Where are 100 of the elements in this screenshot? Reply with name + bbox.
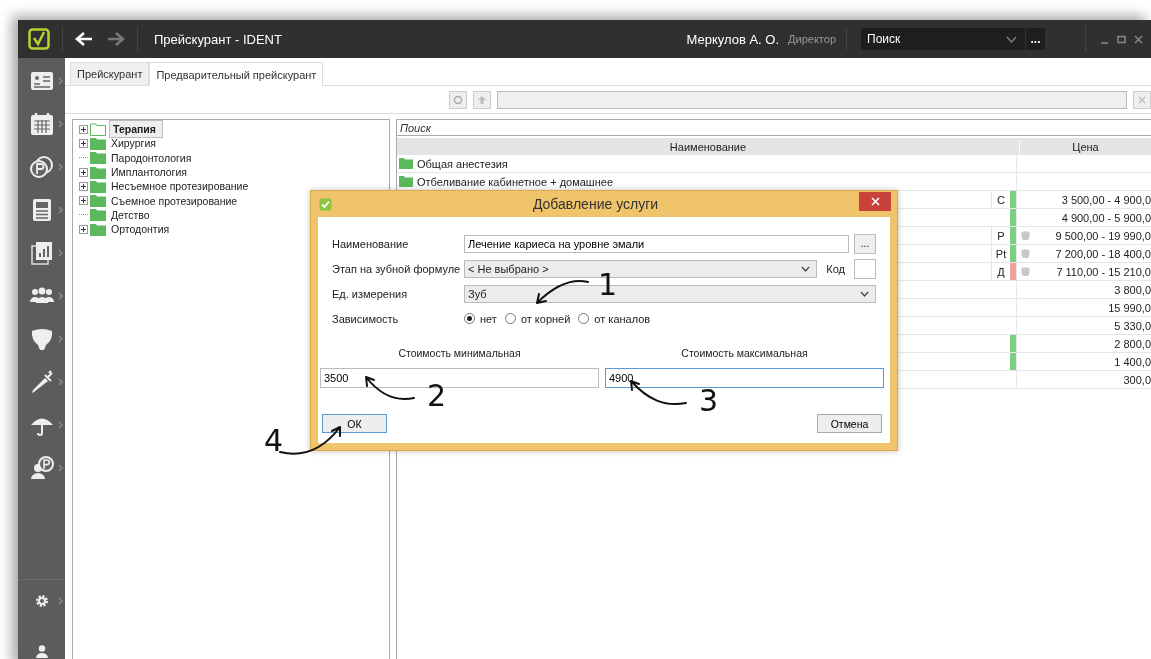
tree-item[interactable]: Несъемное протезирование xyxy=(109,180,251,193)
price-cell: 9 500,00 - 19 990,0 xyxy=(1055,229,1151,242)
expand-icon[interactable] xyxy=(79,196,88,206)
price-cell: 7 200,00 - 18 400,0 xyxy=(1055,247,1151,260)
field-label: Ед. измерения xyxy=(332,287,409,300)
annotation-arrow xyxy=(536,280,589,304)
chevron-right-icon xyxy=(58,120,63,128)
price-cell: 3 500,00 - 4 900,0 xyxy=(1061,193,1151,206)
table-cell: P xyxy=(997,229,1005,242)
expand-icon[interactable] xyxy=(79,167,88,177)
user-name: Меркулов А. О. xyxy=(686,31,780,47)
expand-icon[interactable] xyxy=(79,181,88,191)
chevron-right-icon xyxy=(58,77,63,85)
price-cell: 3 800,0 xyxy=(1114,283,1151,296)
annotation-arrow xyxy=(630,380,687,406)
price-cell: 1 400,0 xyxy=(1114,355,1151,368)
folder-icon xyxy=(90,151,106,165)
tab[interactable]: Прейскурант xyxy=(70,62,150,85)
tree-item[interactable]: Ортодонтия xyxy=(109,223,172,236)
close-icon[interactable] xyxy=(1134,34,1143,44)
toolbar-field[interactable] xyxy=(496,90,1128,109)
open-folder-icon xyxy=(90,122,106,136)
field-label: Стоимость минимальная xyxy=(397,347,522,359)
search-dropdown[interactable]: Поиск xyxy=(861,28,1025,50)
window-title: Прейскурант - IDENT xyxy=(154,31,282,47)
chevron-right-icon xyxy=(58,163,63,171)
settings-icon[interactable] xyxy=(34,594,49,608)
tree-item[interactable]: Хирургия xyxy=(109,137,158,150)
code-input[interactable] xyxy=(854,258,876,279)
coins-icon[interactable] xyxy=(28,154,55,180)
price-cell: 15 990,0 xyxy=(1108,301,1151,314)
table-cell: С xyxy=(997,193,1005,206)
name-input[interactable]: Лечение кариеса на уровне эмали xyxy=(464,234,849,253)
chevron-right-icon xyxy=(58,206,63,214)
forward-arrow-icon[interactable] xyxy=(107,31,125,47)
expand-icon[interactable] xyxy=(79,124,88,134)
chart-icon[interactable] xyxy=(28,240,55,266)
chevron-right-icon xyxy=(58,378,63,386)
checkmark-logo-icon xyxy=(28,28,50,50)
table-cell: Д xyxy=(997,265,1005,278)
annotation-number: 3 xyxy=(699,386,719,416)
calendar-icon[interactable] xyxy=(28,111,55,137)
back-arrow-icon[interactable] xyxy=(75,31,93,47)
tree-item[interactable]: Терапия xyxy=(109,120,163,139)
expand-icon[interactable] xyxy=(79,224,88,234)
field-label: Наименование xyxy=(332,237,410,250)
service-group-name[interactable]: Отбеливание кабинетное + домашнее xyxy=(417,175,613,188)
price-cell: 4 900,00 - 5 900,0 xyxy=(1061,211,1151,224)
tab[interactable]: Предварительный прейскурант xyxy=(149,62,324,86)
cancel-button[interactable]: Отмена xyxy=(817,414,882,433)
tree-item[interactable]: Пародонтология xyxy=(109,151,194,164)
max-cost-input[interactable]: 4900 xyxy=(605,368,884,388)
chevron-right-icon xyxy=(58,597,63,605)
user-role: Директор xyxy=(788,33,836,45)
chevron-down-icon xyxy=(1006,35,1017,43)
browse-button[interactable]: ... xyxy=(854,233,876,254)
folder-icon xyxy=(399,158,413,169)
chevron-down-icon xyxy=(860,290,869,297)
field-label: Зависимость xyxy=(332,312,400,325)
maximize-icon[interactable] xyxy=(1117,34,1126,44)
price-cell: 7 110,00 - 15 210,0 xyxy=(1056,265,1151,278)
service-group-name[interactable]: Общая анестезия xyxy=(417,157,508,170)
column-header[interactable]: Наименование xyxy=(397,140,1020,153)
folder-icon xyxy=(399,176,413,187)
field-label: Код xyxy=(826,262,845,275)
checkbox-logo-icon xyxy=(319,197,332,211)
chevron-right-icon xyxy=(58,464,63,472)
chevron-down-icon xyxy=(801,265,811,272)
tree-item[interactable]: Имплантология xyxy=(109,166,189,179)
table-cell: Pt xyxy=(995,247,1007,260)
column-header[interactable]: Цена xyxy=(1020,140,1151,153)
chevron-right-icon xyxy=(58,292,63,300)
person-coin-icon[interactable] xyxy=(28,455,55,481)
chevron-right-icon xyxy=(58,335,63,343)
folder-icon xyxy=(90,194,106,208)
close-icon xyxy=(1137,94,1147,105)
user-icon[interactable] xyxy=(34,644,49,658)
field-label: Стоимость максимальная xyxy=(680,347,809,359)
close-button[interactable] xyxy=(859,191,891,211)
refresh-icon xyxy=(452,94,463,105)
expand-icon[interactable] xyxy=(79,138,88,148)
annotation-arrow xyxy=(365,376,415,401)
tree-item[interactable]: Детство xyxy=(109,208,152,221)
search-field[interactable]: Поиск xyxy=(397,119,1151,136)
dialog-title: Добавление услуги xyxy=(531,196,660,212)
radio-option[interactable]: нет xyxy=(464,312,497,325)
folder-icon xyxy=(90,136,106,150)
ok-button[interactable]: ОК xyxy=(322,414,387,433)
folder-icon xyxy=(90,179,106,193)
more-button[interactable]: ... xyxy=(1025,28,1045,50)
radio-option[interactable]: от корней xyxy=(504,312,571,325)
tree-item[interactable]: Съемное протезирование xyxy=(109,194,240,207)
folder-icon xyxy=(90,208,106,222)
radio-option[interactable]: от каналов xyxy=(578,312,651,325)
up-arrow-icon xyxy=(476,94,487,105)
price-cell: 300,0 xyxy=(1123,373,1151,386)
chevron-right-icon xyxy=(58,421,63,429)
folder-icon xyxy=(90,165,106,179)
field-label: Этап на зубной формуле xyxy=(332,262,462,275)
folder-icon xyxy=(90,222,106,236)
